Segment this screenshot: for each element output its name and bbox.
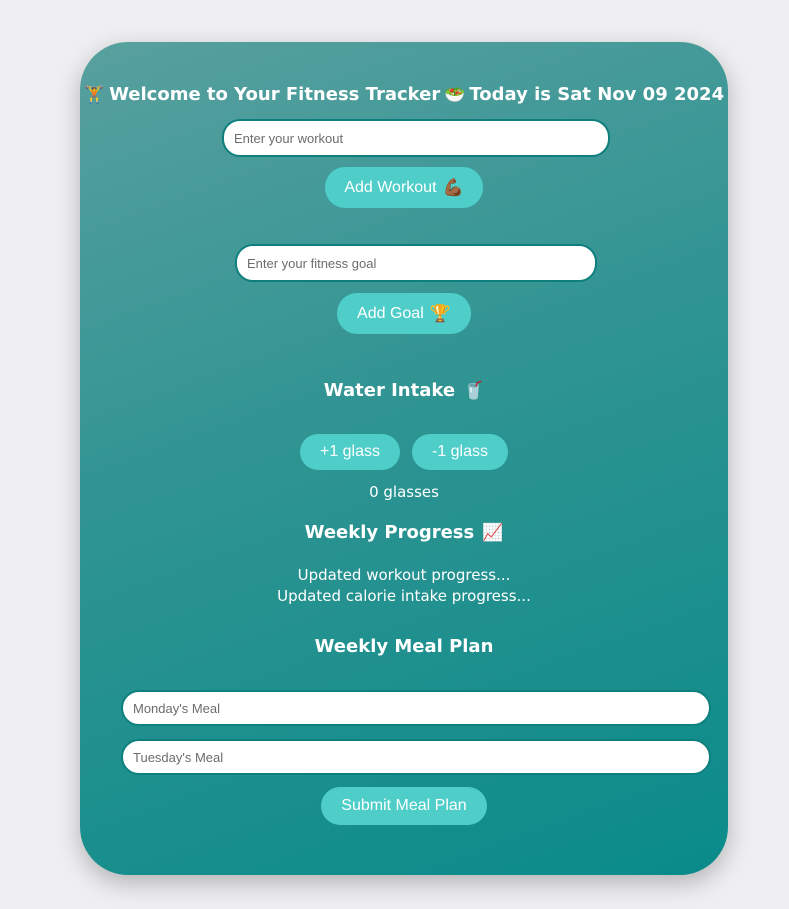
submit-meal-plan-button[interactable]: Submit Meal Plan (321, 787, 487, 825)
cup-with-straw-icon: 🥤 (463, 380, 485, 401)
tuesday-meal-input[interactable] (121, 739, 711, 775)
person-lifting-weights-icon: 🏋️ (83, 84, 106, 105)
chart-increasing-icon: 📈 (482, 522, 504, 543)
flexed-biceps-icon: 💪🏾 (442, 177, 464, 197)
add-glass-button[interactable]: +1 glass (300, 434, 400, 470)
progress-workout-text: Updated workout progress... (297, 566, 511, 584)
fitness-goal-input[interactable] (235, 244, 597, 282)
welcome-text: Welcome to Your Fitness Tracker (109, 84, 441, 105)
remove-glass-label: -1 glass (431, 443, 489, 460)
add-workout-label: Add Workout (344, 178, 437, 196)
workout-input[interactable] (222, 119, 610, 157)
page-title: 🏋️ Welcome to Your Fitness Tracker 🥗 Tod… (80, 84, 728, 105)
water-intake-title: Water Intake (323, 380, 456, 401)
salad-bowl-icon: 🥗 (444, 84, 466, 105)
progress-calorie-text: Updated calorie intake progress... (277, 587, 531, 605)
add-goal-button[interactable]: Add Goal 🏆 (337, 293, 471, 334)
remove-glass-button[interactable]: -1 glass (412, 434, 508, 470)
add-goal-label: Add Goal (357, 304, 424, 322)
submit-meal-plan-label: Submit Meal Plan (341, 797, 467, 814)
weekly-progress-title: Weekly Progress (304, 522, 475, 543)
add-glass-label: +1 glass (319, 443, 381, 460)
meal-plan-heading: Weekly Meal Plan (80, 636, 728, 657)
weekly-progress-heading: Weekly Progress 📈 (80, 522, 728, 543)
fitness-tracker-card: 🏋️ Welcome to Your Fitness Tracker 🥗 Tod… (80, 42, 728, 875)
water-count: 0 glasses (369, 483, 439, 501)
trophy-icon: 🏆 (429, 303, 451, 323)
add-workout-button[interactable]: Add Workout 💪🏾 (325, 167, 483, 208)
monday-meal-input[interactable] (121, 690, 711, 726)
meal-plan-title: Weekly Meal Plan (314, 636, 494, 657)
date-text: Today is Sat Nov 09 2024 (469, 84, 725, 105)
water-intake-heading: Water Intake 🥤 (80, 380, 728, 401)
